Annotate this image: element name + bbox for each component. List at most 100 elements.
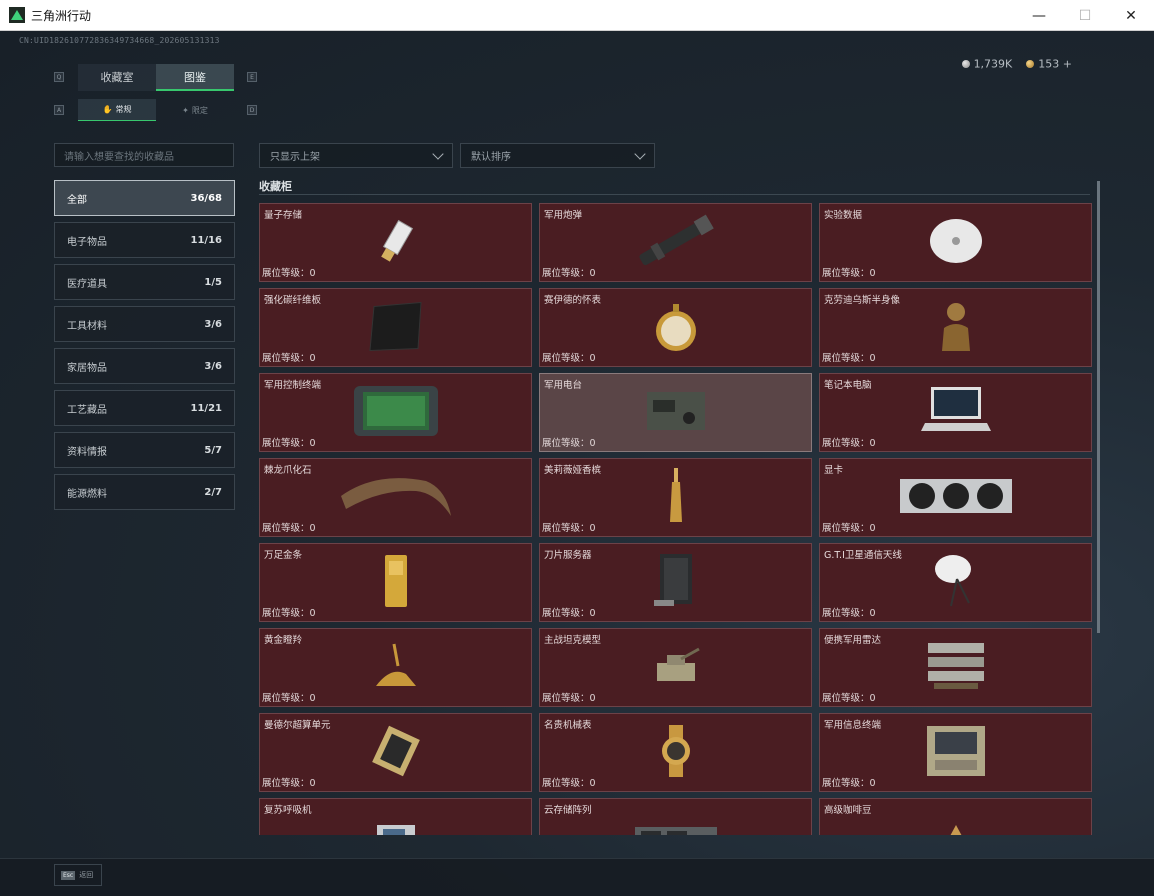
item-card[interactable]: G.T.I卫星通信天线 展位等级：0: [819, 543, 1092, 622]
item-level: 展位等级：0: [822, 265, 876, 279]
key-hint-d: D: [247, 105, 257, 115]
item-card[interactable]: 棘龙爪化石 展位等级：0: [259, 458, 532, 537]
search-input[interactable]: 请输入想要查找的收藏品: [54, 143, 234, 167]
item-card[interactable]: 军用炮弹 展位等级：0: [539, 203, 812, 282]
item-card[interactable]: 主战坦克模型 展位等级：0: [539, 628, 812, 707]
artillery-shell-icon: [631, 211, 721, 275]
level-label: 展位等级：: [822, 353, 870, 364]
main-tabs: 收藏室 图鉴: [78, 64, 234, 91]
item-name: 棘龙爪化石: [264, 465, 312, 476]
item-name: 云存储阵列: [544, 805, 592, 816]
item-card[interactable]: 高级咖啡豆: [819, 798, 1092, 835]
item-card[interactable]: 克劳迪乌斯半身像 展位等级：0: [819, 288, 1092, 367]
item-name: 曼德尔超算单元: [264, 720, 331, 731]
item-card[interactable]: 强化碳纤维板 展位等级：0: [259, 288, 532, 367]
item-level: 展位等级：0: [542, 605, 596, 619]
item-card[interactable]: 美莉薇娅香槟 展位等级：0: [539, 458, 812, 537]
item-level: 展位等级：0: [262, 690, 316, 704]
silver-currency: 1,739K: [961, 57, 1012, 71]
gold-currency[interactable]: 153 +: [1026, 57, 1072, 71]
level-label: 展位等级：: [542, 608, 590, 619]
item-level: 展位等级：0: [542, 520, 596, 534]
level-value: 0: [589, 608, 596, 619]
level-value: 0: [589, 438, 596, 449]
level-label: 展位等级：: [822, 608, 870, 619]
category-all[interactable]: 全部 36/68: [54, 180, 235, 216]
level-label: 展位等级：: [262, 268, 310, 279]
tab-limited[interactable]: ✦ 限定: [156, 99, 234, 121]
item-card[interactable]: 万足金条 展位等级：0: [259, 543, 532, 622]
level-value: 0: [309, 778, 316, 789]
ventilator-icon: [371, 821, 421, 835]
control-terminal-icon: [351, 382, 441, 444]
item-card[interactable]: 军用电台 展位等级：0: [539, 373, 812, 452]
category-intel[interactable]: 资料情报 5/7: [54, 432, 235, 468]
level-value: 0: [309, 693, 316, 704]
item-card[interactable]: 名贵机械表 展位等级：0: [539, 713, 812, 792]
item-level: 展位等级：0: [822, 350, 876, 364]
category-electronics[interactable]: 电子物品 11/16: [54, 222, 235, 258]
category-medical[interactable]: 医疗道具 1/5: [54, 264, 235, 300]
level-value: 0: [589, 778, 596, 789]
item-level: 展位等级：0: [262, 350, 316, 364]
item-card[interactable]: 刀片服务器 展位等级：0: [539, 543, 812, 622]
shelf-filter-dropdown[interactable]: 只显示上架: [259, 143, 453, 168]
item-card[interactable]: 赛伊德的怀表 展位等级：0: [539, 288, 812, 367]
limited-icon: ✦: [182, 105, 189, 115]
level-label: 展位等级：: [542, 778, 590, 789]
maximize-button[interactable]: ☐: [1062, 0, 1108, 31]
claw-fossil-icon: [336, 471, 456, 525]
tab-regular[interactable]: ✋ 常规: [78, 99, 156, 121]
item-card[interactable]: 笔记本电脑 展位等级：0: [819, 373, 1092, 452]
item-card[interactable]: 便携军用雷达 展位等级：0: [819, 628, 1092, 707]
game-area: CN:UID182610772836349734668_202605131313…: [0, 31, 1154, 896]
coffee-beans-icon: [941, 821, 971, 835]
item-card[interactable]: 显卡 展位等级：0: [819, 458, 1092, 537]
item-card[interactable]: 黄金瞪羚展位等级：0: [259, 628, 532, 707]
window-title: 三角洲行动: [31, 8, 92, 23]
key-hint-q: Q: [54, 72, 64, 82]
close-button[interactable]: ✕: [1108, 0, 1154, 31]
item-name: 美莉薇娅香槟: [544, 465, 602, 476]
level-value: 0: [869, 608, 876, 619]
item-card[interactable]: 云存储阵列: [539, 798, 812, 835]
item-level: 展位等级：0: [262, 605, 316, 619]
key-hint-e: E: [247, 72, 257, 82]
sort-dropdown[interactable]: 默认排序: [460, 143, 655, 168]
category-energy[interactable]: 能源燃料 2/7: [54, 474, 235, 510]
minimize-button[interactable]: —: [1016, 0, 1062, 31]
cpu-icon: [371, 723, 421, 783]
item-card[interactable]: 军用信息终端 展位等级：0: [819, 713, 1092, 792]
scrollbar[interactable]: [1097, 181, 1100, 633]
item-name: 黄金瞪羚: [264, 635, 303, 646]
item-name: 便携军用雷达: [824, 635, 882, 646]
category-crafts[interactable]: 工艺藏品 11/21: [54, 390, 235, 426]
back-button[interactable]: Esc 返回: [54, 864, 102, 886]
chevron-down-icon: [634, 147, 646, 160]
wristwatch-icon: [653, 723, 699, 783]
category-tools[interactable]: 工具材料 3/6: [54, 306, 235, 342]
level-value: 0: [869, 268, 876, 279]
item-card[interactable]: 复苏呼吸机: [259, 798, 532, 835]
laptop-icon: [920, 383, 991, 443]
category-household[interactable]: 家居物品 3/6: [54, 348, 235, 384]
item-card[interactable]: 量子存储 展位等级：0: [259, 203, 532, 282]
item-name: 军用控制终端: [264, 380, 322, 391]
tab-collection-room[interactable]: 收藏室: [78, 64, 156, 91]
pocket-watch-icon: [651, 296, 701, 360]
item-name: 实验数据: [824, 210, 863, 221]
bust-icon: [936, 296, 976, 360]
level-value: 0: [309, 353, 316, 364]
hand-icon: ✋: [102, 105, 113, 114]
item-name: 主战坦克模型: [544, 635, 602, 646]
level-label: 展位等级：: [262, 608, 310, 619]
user-id-text: CN:UID182610772836349734668_202605131313: [19, 36, 220, 45]
tab-catalog[interactable]: 图鉴: [156, 64, 234, 91]
item-level: 展位等级：0: [822, 520, 876, 534]
level-label: 展位等级：: [822, 693, 870, 704]
level-value: 0: [869, 523, 876, 534]
item-card[interactable]: 军用控制终端 展位等级：0: [259, 373, 532, 452]
item-card[interactable]: 曼德尔超算单元 展位等级：0: [259, 713, 532, 792]
item-card[interactable]: 实验数据展位等级：0: [819, 203, 1092, 282]
item-name: G.T.I卫星通信天线: [824, 550, 902, 561]
